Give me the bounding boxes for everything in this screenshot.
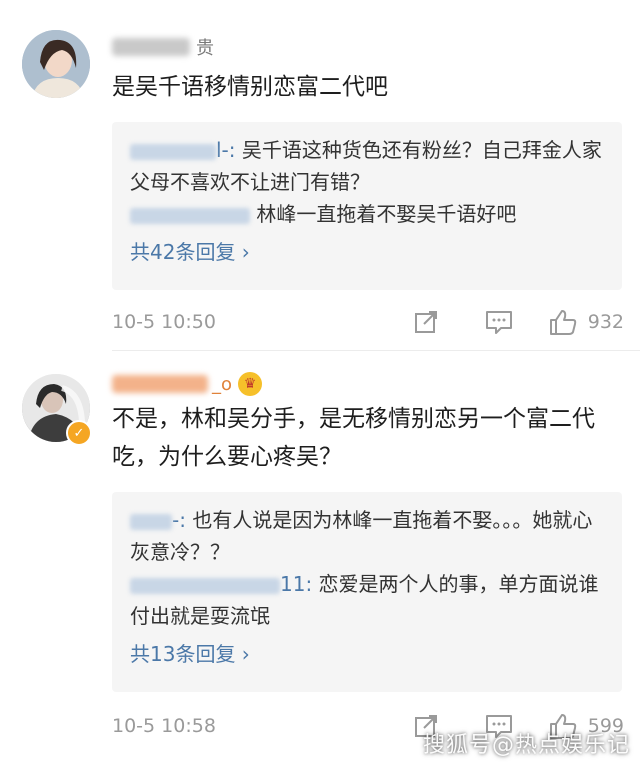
username-text: _o — [212, 373, 233, 395]
comment-button[interactable] — [484, 308, 514, 336]
reply-item: -: 也有人说是因为林峰一直拖着不娶。。。她就心灰意冷？？ — [130, 504, 604, 568]
comment-1: 贵 是吴千语移情别恋富二代吧 l-: 吴千语这种货色还有粉丝？自己拜金人家父母不… — [0, 0, 640, 350]
share-icon — [414, 311, 437, 333]
username[interactable]: 贵 — [112, 34, 214, 60]
username-redacted — [112, 38, 190, 56]
reply-text: 林峰一直拖着不娶吴千语好吧 — [256, 202, 517, 226]
reply-author[interactable]: -: — [172, 508, 186, 532]
username-redacted — [112, 375, 208, 393]
reply-author-redacted[interactable] — [130, 577, 280, 594]
reply-item: 11: 恋爱是两个人的事，单方面说谁付出就是耍流氓 — [130, 568, 604, 632]
comment-footer: 10-5 10:50 932 — [112, 308, 624, 336]
reply-author[interactable]: 11: — [280, 572, 312, 596]
more-replies-link[interactable]: 共42条回复 › — [130, 236, 604, 268]
more-replies-link[interactable]: 共13条回复 › — [130, 638, 604, 670]
reply-author-redacted[interactable] — [130, 207, 250, 224]
share-button[interactable] — [412, 308, 440, 336]
vip-crown-icon: ♛ — [238, 372, 263, 396]
reply-box[interactable]: -: 也有人说是因为林峰一直拖着不娶。。。她就心灰意冷？？ 11: 恋爱是两个人… — [112, 492, 622, 692]
verified-badge-icon: ✓ — [66, 420, 92, 446]
reply-author[interactable]: l-: — [216, 138, 236, 162]
timestamp: 10-5 10:58 — [112, 715, 216, 737]
comment-icon — [485, 311, 512, 334]
reply-box[interactable]: l-: 吴千语这种货色还有粉丝？自己拜金人家父母不喜欢不让进门有错？ 林峰一直拖… — [112, 122, 622, 290]
comment-text: 不是，林和吴分手，是无移情别恋另一个富二代吃，为什么要心疼吴？ — [112, 406, 595, 470]
username[interactable]: _o ♛ — [112, 372, 263, 396]
comment-text: 是吴千语移情别恋富二代吧 — [112, 74, 388, 100]
username-text: 贵 — [196, 38, 214, 59]
reply-text: 也有人说是因为林峰一直拖着不娶。。。她就心灰意冷？？ — [130, 508, 593, 564]
reply-author-redacted[interactable] — [130, 513, 172, 530]
avatar[interactable] — [22, 30, 90, 98]
comment-2: ✓ _o ♛ 不是，林和吴分手，是无移情别恋另一个富二代吃，为什么要心疼吴？ -… — [0, 350, 640, 767]
timestamp: 10-5 10:50 — [112, 311, 216, 333]
like-count: 932 — [587, 311, 624, 333]
reply-item: l-: 吴千语这种货色还有粉丝？自己拜金人家父母不喜欢不让进门有错？ — [130, 134, 604, 198]
reply-author-redacted[interactable] — [130, 143, 216, 160]
reply-item: 林峰一直拖着不娶吴千语好吧 — [130, 198, 604, 230]
like-button[interactable]: 932 — [548, 308, 624, 336]
thumbs-up-icon — [549, 310, 576, 335]
watermark: 搜狐号@热点娱乐记 — [422, 733, 630, 758]
